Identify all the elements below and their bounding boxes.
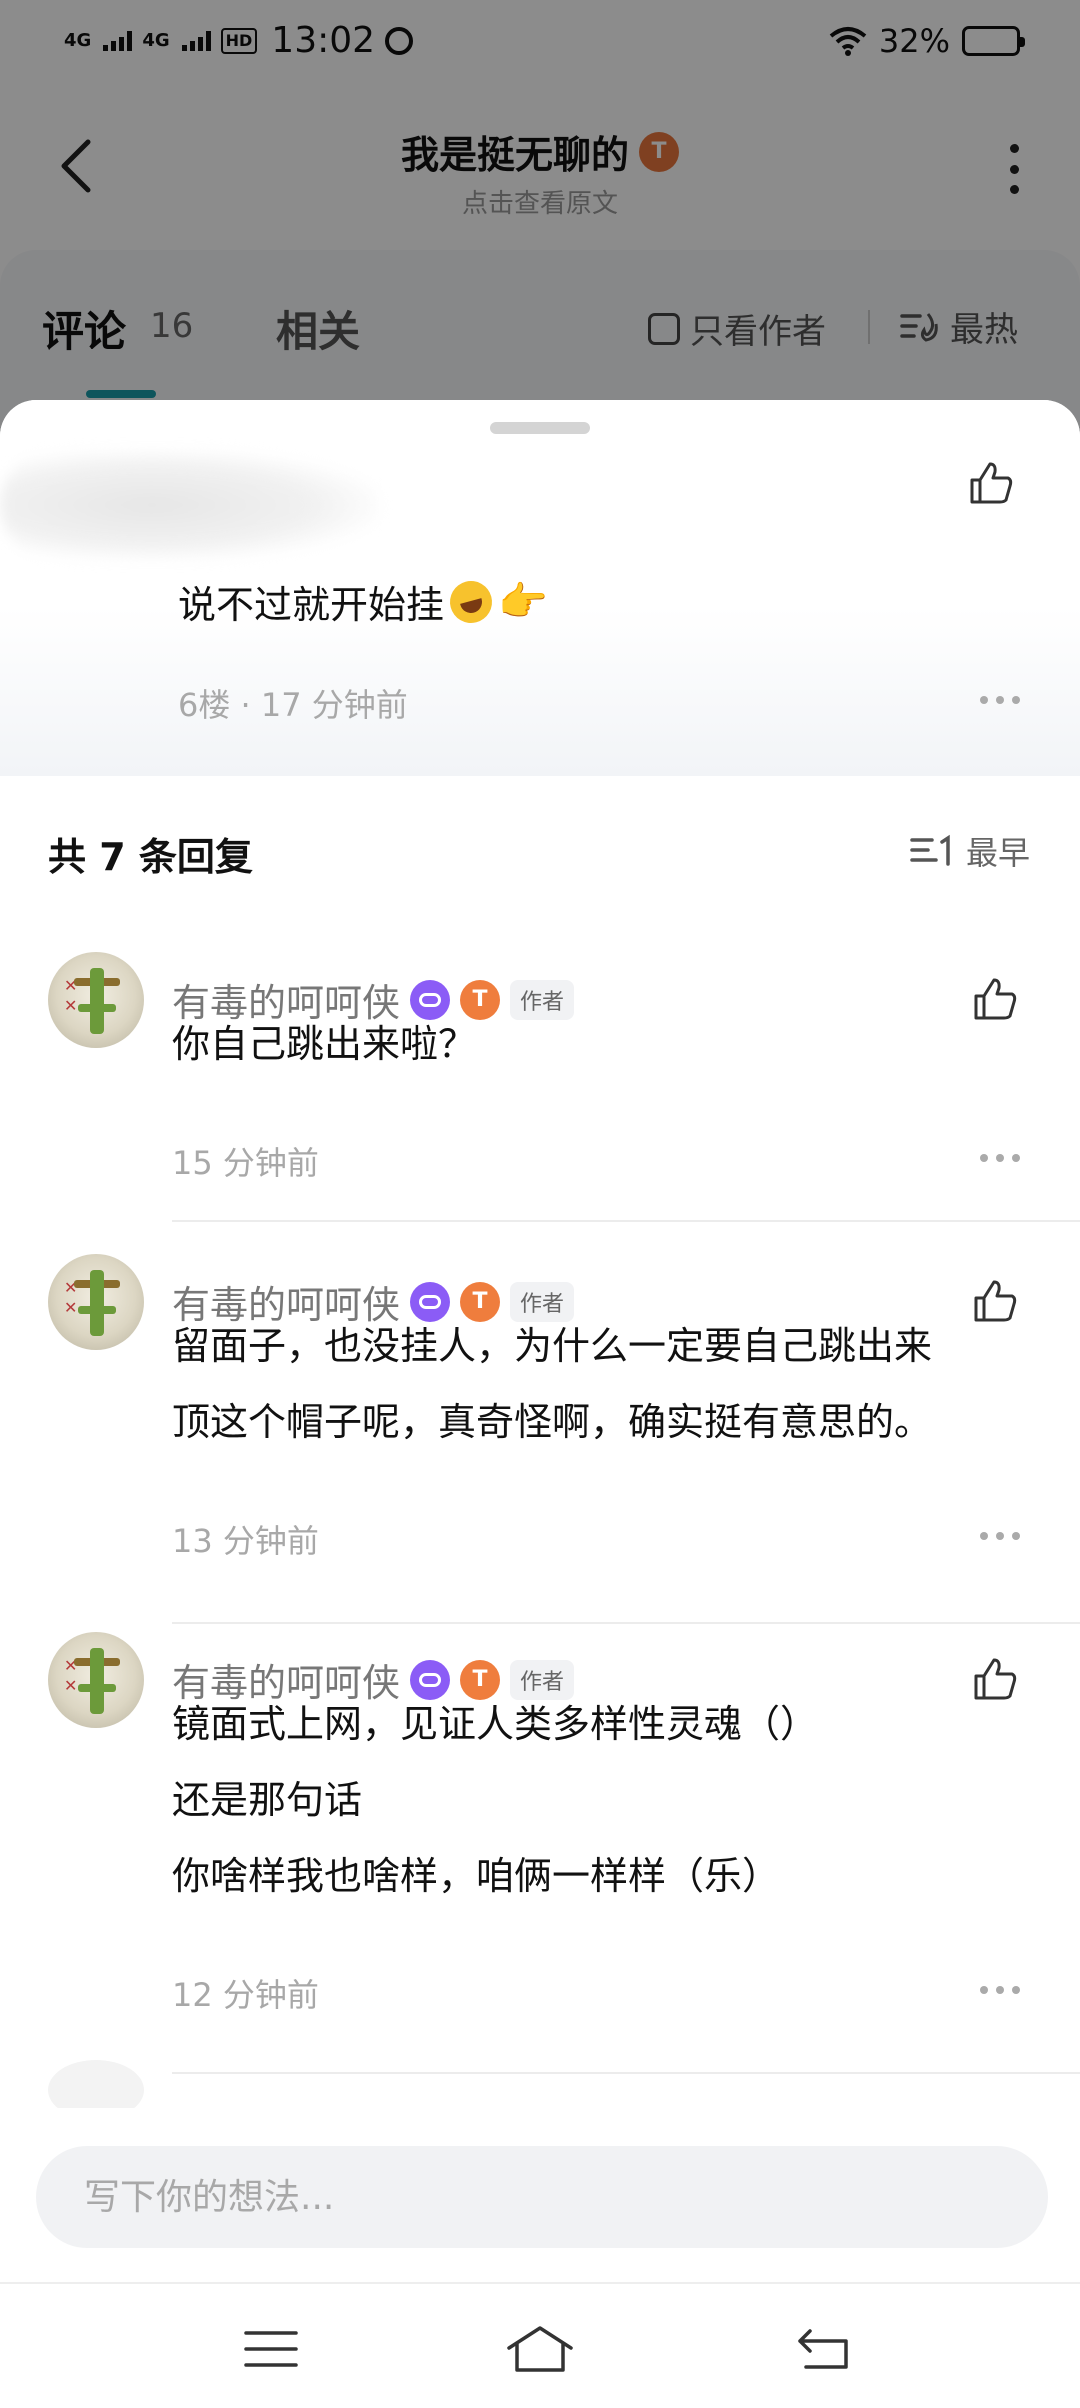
author-tag: 作者 xyxy=(510,979,575,1020)
comment-input-bar xyxy=(0,2108,1080,2288)
pointing-hand-icon: 👉 xyxy=(498,578,548,625)
like-icon[interactable] xyxy=(970,974,1020,1024)
replies-count-title: 共 7 条回复 xyxy=(48,835,253,879)
sort-earliest-button[interactable]: 最早 xyxy=(910,828,1030,874)
more-dots-icon[interactable] xyxy=(980,1152,1020,1164)
reply-time: 13 分钟前 xyxy=(172,1522,319,1560)
reply-time: 12 分钟前 xyxy=(172,1976,319,2014)
comment-input[interactable] xyxy=(36,2146,1048,2248)
back-nav-button[interactable] xyxy=(788,2314,858,2384)
main-comment-meta: 6楼 · 17 分钟前 xyxy=(178,686,408,724)
avatar[interactable]: ✕ ✕ xyxy=(48,952,144,1048)
like-icon[interactable] xyxy=(970,1654,1020,1704)
more-dots-icon[interactable] xyxy=(980,1984,1020,1996)
laugh-emoji-icon xyxy=(445,575,497,628)
dim-overlay[interactable] xyxy=(0,0,1080,460)
like-icon[interactable] xyxy=(966,458,1016,508)
divider xyxy=(172,1622,1080,1624)
drag-handle[interactable] xyxy=(490,422,590,434)
system-nav-bar xyxy=(0,2282,1080,2408)
back-arrow-icon xyxy=(798,2329,848,2369)
reply-text: 留面子，也没挂人，为什么一定要自己跳出来 顶这个帽子呢，真奇怪啊，确实挺有意思的… xyxy=(172,1324,933,1444)
reply-item: ✕ ✕ 有毒的呵呵侠 T 作者 留面子，也没挂人，为什么一定要自己跳出来 顶这个帽… xyxy=(0,1254,1080,1634)
home-nav-button[interactable] xyxy=(505,2314,575,2384)
reply-text: 你自己跳出来啦？ xyxy=(172,1022,477,1066)
more-dots-icon[interactable] xyxy=(980,1530,1020,1542)
more-dots-icon[interactable] xyxy=(980,694,1020,706)
menu-nav-button[interactable] xyxy=(236,2314,306,2384)
replies-sheet: 说不过就开始挂 👉 6楼 · 17 分钟前 共 7 条回复 最早 ✕ ✕ 有毒的呵… xyxy=(0,400,1080,2280)
like-icon[interactable] xyxy=(970,1276,1020,1326)
reply-item: ✕ ✕ 有毒的呵呵侠 T 作者 你自己跳出来啦？ 15 分钟前 xyxy=(0,952,1080,1222)
divider xyxy=(172,2072,1080,2074)
menu-icon xyxy=(244,2331,298,2367)
avatar[interactable]: ✕ ✕ xyxy=(48,1632,144,1728)
blurred-user-info xyxy=(0,450,380,560)
reply-item: ✕ ✕ 有毒的呵呵侠 T 作者 镜面式上网，见证人类多样性灵魂（） 还是那句话 你… xyxy=(0,1632,1080,2074)
home-icon xyxy=(507,2326,573,2372)
background-page: 4G 4G HD 13:02 32% 我是挺无聊的 T 点击查看原文 评论 16… xyxy=(0,0,1080,460)
sort-icon xyxy=(910,834,950,866)
reply-time: 15 分钟前 xyxy=(172,1144,319,1182)
reply-text: 镜面式上网，见证人类多样性灵魂（） 还是那句话 你啥样我也啥样，咱俩一样样（乐） xyxy=(172,1702,819,1898)
divider xyxy=(172,1220,1080,1222)
main-comment: 说不过就开始挂 👉 6楼 · 17 分钟前 xyxy=(0,400,1080,776)
main-comment-text: 说不过就开始挂 👉 xyxy=(178,574,548,629)
avatar[interactable]: ✕ ✕ xyxy=(48,1254,144,1350)
